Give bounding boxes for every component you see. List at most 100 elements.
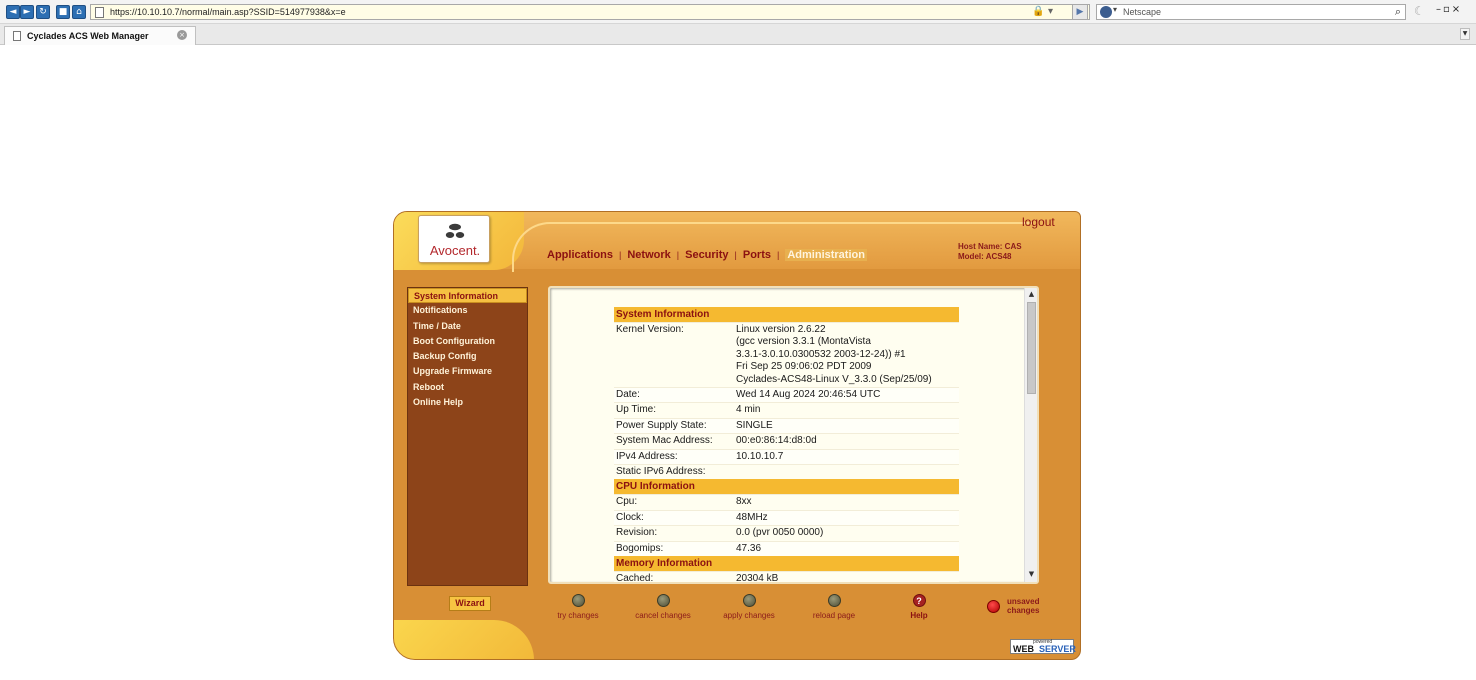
table-row: Cached: 20304 kB xyxy=(614,571,959,584)
sidebar-item-online-help[interactable]: Online Help xyxy=(408,395,527,410)
table-row: Static IPv6 Address: xyxy=(614,464,959,480)
browser-tab[interactable]: Cyclades ACS Web Manager × xyxy=(4,26,196,45)
nav-network[interactable]: Network xyxy=(627,249,670,261)
badge-server-text: SERVER xyxy=(1039,644,1076,654)
nav-ports[interactable]: Ports xyxy=(743,249,771,261)
nav-separator: | xyxy=(734,250,737,260)
avocent-logo: Avocent. xyxy=(418,215,490,263)
row-label: Revision: xyxy=(616,527,658,539)
table-row: Kernel Version: Linux version 2.6.22 (gc… xyxy=(614,322,959,388)
try-changes-icon xyxy=(571,594,585,607)
home-icon[interactable]: ⌂ xyxy=(72,5,86,19)
app-frame: Avocent. logout Host Name: CAS Model: AC… xyxy=(393,211,1081,660)
row-label: Clock: xyxy=(616,511,644,523)
host-name: Host Name: CAS xyxy=(958,242,1022,251)
section-header-cpu-information: CPU Information xyxy=(614,479,959,495)
kernel-version-value: Linux version 2.6.22 (gcc version 3.3.1 … xyxy=(736,323,959,387)
wizard-button[interactable]: Wizard xyxy=(449,596,491,611)
search-icon[interactable]: ⌕ xyxy=(1395,5,1401,19)
help-icon: ? xyxy=(912,594,926,607)
cancel-changes-label: cancel changes xyxy=(635,611,691,620)
kernel-line: 3.3.1-3.0.10.0300532 2003-12-24)) #1 xyxy=(736,348,906,360)
url-input[interactable]: https://10.10.10.7/normal/main.asp?SSID=… xyxy=(90,4,1090,20)
table-row: System Mac Address: 00:e0:86:14:d8:0d xyxy=(614,433,959,449)
kernel-line: Fri Sep 25 09:06:02 PDT 2009 xyxy=(736,361,872,373)
reload-page-button[interactable]: reload page xyxy=(794,594,874,620)
row-label: Up Time: xyxy=(616,404,657,416)
stop-icon[interactable]: ■ xyxy=(56,5,70,19)
nav-applications[interactable]: Applications xyxy=(547,249,613,261)
nav-security[interactable]: Security xyxy=(685,249,728,261)
unsaved-label-line: unsaved xyxy=(1007,597,1040,606)
sidebar-item-system-information[interactable]: System Information xyxy=(408,288,527,304)
logo-text: Avocent. xyxy=(429,243,481,258)
close-icon[interactable]: × xyxy=(177,30,187,40)
try-changes-button[interactable]: try changes xyxy=(538,594,618,620)
row-label: Cpu: xyxy=(616,496,638,508)
back-icon[interactable]: ◄ xyxy=(6,5,20,19)
sidebar-item-boot-configuration[interactable]: Boot Configuration xyxy=(408,334,527,349)
nav-separator: | xyxy=(619,250,622,260)
nav-administration[interactable]: Administration xyxy=(785,249,867,261)
footer-highlight xyxy=(394,620,534,659)
section-header-memory-information: Memory Information xyxy=(614,556,959,572)
search-engine-icon[interactable] xyxy=(1100,6,1112,18)
lock-icon[interactable]: 🔒 ▾ xyxy=(1032,6,1053,17)
reload-page-label: reload page xyxy=(812,611,856,620)
row-label: Static IPv6 Address: xyxy=(616,466,706,478)
url-text: https://10.10.10.7/normal/main.asp?SSID=… xyxy=(110,7,346,17)
nav-separator: | xyxy=(777,250,780,260)
row-value: Wed 14 Aug 2024 20:46:54 UTC xyxy=(736,389,881,401)
vertical-scrollbar[interactable]: ▲ ▼ xyxy=(1024,288,1037,582)
sidebar-item-upgrade-firmware[interactable]: Upgrade Firmware xyxy=(408,364,527,379)
window-controls[interactable]: –▫× xyxy=(1436,4,1462,15)
row-label: Cached: xyxy=(616,573,654,584)
scroll-thumb[interactable] xyxy=(1027,302,1036,394)
try-changes-label: try changes xyxy=(557,611,599,620)
model-name: Model: ACS48 xyxy=(958,252,1012,261)
forward-icon[interactable]: ► xyxy=(20,5,34,19)
table-row: Revision: 0.0 (pvr 0050 0000) xyxy=(614,525,959,541)
row-value: 00:e0:86:14:d8:0d xyxy=(736,435,817,447)
cancel-changes-icon xyxy=(656,594,670,607)
badge-web-text: WEB xyxy=(1013,644,1034,654)
apply-changes-label: apply changes xyxy=(723,611,775,620)
unsaved-changes-indicator-icon xyxy=(987,600,1000,613)
scroll-down-icon[interactable]: ▼ xyxy=(1025,570,1037,580)
row-label: IPv4 Address: xyxy=(616,450,678,462)
loading-spinner-icon: ☾ xyxy=(1414,4,1425,18)
section-header-system-information: System Information xyxy=(614,307,959,322)
cancel-changes-button[interactable]: cancel changes xyxy=(623,594,703,620)
go-icon[interactable]: ▶ xyxy=(1072,4,1088,20)
browser-toolbar: ◄ ► ↻ ■ ⌂ https://10.10.10.7/normal/main… xyxy=(0,0,1476,24)
page-icon xyxy=(95,7,104,18)
sidebar-item-backup-config[interactable]: Backup Config xyxy=(408,349,527,364)
system-info-panel: System Information Kernel Version: Linux… xyxy=(548,286,1039,584)
tab-title: Cyclades ACS Web Manager xyxy=(27,31,149,41)
table-row: Power Supply State: SINGLE xyxy=(614,417,959,434)
apply-changes-icon xyxy=(742,594,756,607)
row-label: Date: xyxy=(616,389,640,401)
chevron-down-icon[interactable]: ▾ xyxy=(1113,5,1117,14)
table-row: Date: Wed 14 Aug 2024 20:46:54 UTC xyxy=(614,387,959,403)
sidebar-item-reboot[interactable]: Reboot xyxy=(408,380,527,395)
row-value: SINGLE xyxy=(736,419,773,431)
search-input[interactable]: ▾ Netscape ⌕ xyxy=(1096,4,1406,20)
table-row: Bogomips: 47.36 xyxy=(614,540,959,557)
unsaved-changes-label: unsaved changes xyxy=(1007,597,1039,615)
help-button[interactable]: ? Help xyxy=(879,594,959,620)
scroll-up-icon[interactable]: ▲ xyxy=(1025,290,1037,300)
row-label: System Mac Address: xyxy=(616,435,713,447)
apply-changes-button[interactable]: apply changes xyxy=(709,594,789,620)
sidebar-item-time-date[interactable]: Time / Date xyxy=(408,319,527,334)
reload-icon[interactable]: ↻ xyxy=(36,5,50,19)
reload-page-icon xyxy=(827,594,841,607)
row-label: Bogomips: xyxy=(616,542,664,554)
table-row: Cpu: 8xx xyxy=(614,494,959,510)
row-value: 47.36 xyxy=(736,542,762,554)
table-row: Up Time: 4 min xyxy=(614,402,959,418)
sidebar-item-notifications[interactable]: Notifications xyxy=(408,303,527,318)
info-table: System Information Kernel Version: Linux… xyxy=(614,307,959,584)
tab-list-chevron-icon[interactable]: ▼ xyxy=(1460,28,1470,40)
logout-link[interactable]: logout xyxy=(1022,215,1055,229)
